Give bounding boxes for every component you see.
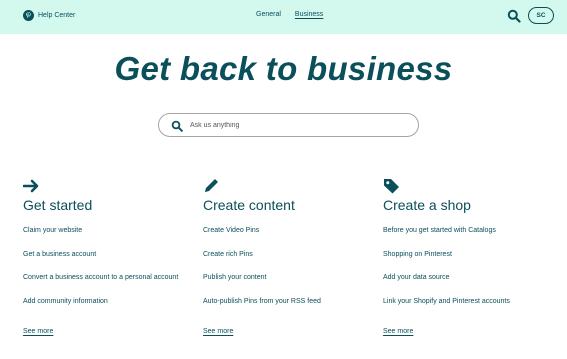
help-center-home-link[interactable]: Help Center xyxy=(23,10,75,21)
nav-business-link[interactable]: Business xyxy=(295,11,323,18)
header-bar: Help Center General Business SC xyxy=(0,0,567,34)
search-icon xyxy=(171,119,183,132)
help-article-link[interactable]: Create rich Pins xyxy=(203,250,393,274)
section-get-started: Get started Claim your website Get a bus… xyxy=(22,178,213,338)
search-icon[interactable] xyxy=(507,9,521,23)
brand-label: Help Center xyxy=(38,12,76,19)
section-create-content: Create content Create Video Pins Create … xyxy=(203,178,393,338)
help-article-link[interactable]: Add your data source xyxy=(383,273,567,297)
tag-icon xyxy=(383,178,401,194)
section-links: Before you get started with Catalogs Sho… xyxy=(383,226,567,320)
help-article-link[interactable]: Publish your content xyxy=(203,273,393,297)
help-article-link[interactable]: Add community information xyxy=(23,297,213,321)
section-links: Claim your website Get a business accoun… xyxy=(23,226,213,320)
see-more-link[interactable]: See more xyxy=(23,328,53,335)
section-title: Get started xyxy=(23,197,93,213)
pinterest-logo-icon xyxy=(23,10,34,21)
see-more-link[interactable]: See more xyxy=(203,328,233,335)
section-title: Create content xyxy=(203,197,295,213)
search-input[interactable] xyxy=(190,118,410,133)
see-more-link[interactable]: See more xyxy=(383,328,413,335)
arrow-right-icon xyxy=(22,178,41,194)
section-links: Create Video Pins Create rich Pins Publi… xyxy=(203,226,393,320)
help-article-link[interactable]: Shopping on Pinterest xyxy=(383,250,567,274)
help-article-link[interactable]: Before you get started with Catalogs xyxy=(383,226,567,250)
user-avatar[interactable]: SC xyxy=(528,7,554,24)
section-title: Create a shop xyxy=(383,197,471,213)
help-article-link[interactable]: Get a business account xyxy=(23,250,213,274)
top-nav: General Business xyxy=(256,11,323,18)
nav-general-link[interactable]: General xyxy=(256,11,281,18)
help-article-link[interactable]: Auto-publish Pins from your RSS feed xyxy=(203,297,393,321)
pencil-icon xyxy=(203,178,221,194)
section-create-a-shop: Create a shop Before you get started wit… xyxy=(383,178,567,338)
help-article-link[interactable]: Create Video Pins xyxy=(203,226,393,250)
help-article-link[interactable]: Link your Shopify and Pinterest accounts xyxy=(383,297,567,321)
help-article-link[interactable]: Claim your website xyxy=(23,226,213,250)
page-title: Get back to business xyxy=(114,50,453,87)
search-box xyxy=(158,113,419,137)
help-article-link[interactable]: Convert a business account to a personal… xyxy=(23,273,213,297)
